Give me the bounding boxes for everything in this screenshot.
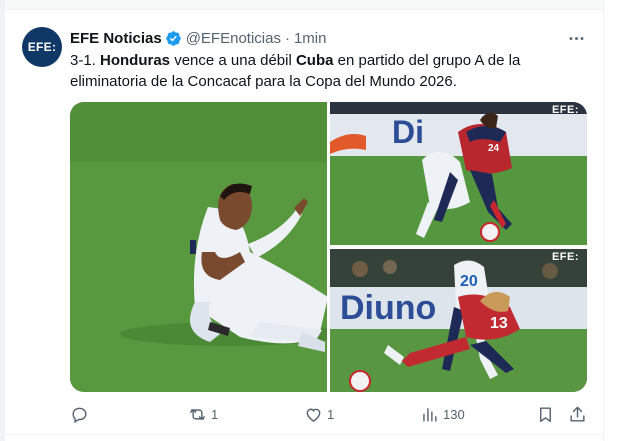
- board-text-1: Di: [392, 114, 424, 150]
- reply-icon: [72, 407, 87, 423]
- text-part: vence a una débil: [170, 52, 296, 69]
- tweet-header: EFE Noticias @EFEnoticias · 1min: [70, 28, 326, 48]
- views-button[interactable]: 130: [420, 402, 465, 426]
- retweet-count: 1: [211, 406, 219, 422]
- separator-dot: ·: [284, 29, 290, 47]
- author-handle[interactable]: @EFEnoticias: [186, 30, 281, 47]
- text-bold-honduras: Honduras: [100, 52, 171, 69]
- board-text-2: Diuno: [340, 289, 437, 327]
- like-button[interactable]: 1: [304, 402, 334, 426]
- retweet-button[interactable]: 1: [188, 402, 218, 426]
- views-chart-icon: [423, 407, 437, 422]
- jersey-number-1: 24: [488, 143, 500, 154]
- photo-match-action-2[interactable]: Diuno 20 13 EFE:: [330, 249, 587, 392]
- jersey-number-2: 20: [460, 273, 478, 290]
- top-bar: [5, 0, 603, 10]
- timestamp[interactable]: 1min: [294, 30, 327, 47]
- avatar[interactable]: EFE:: [22, 27, 62, 67]
- share-icon: [570, 406, 585, 422]
- reply-button[interactable]: [70, 402, 93, 426]
- left-border: [0, 0, 5, 441]
- tweet-text: 3-1. Honduras vence a una débil Cuba en …: [70, 50, 560, 92]
- bookmark-icon: [540, 406, 551, 422]
- bookmark-button[interactable]: [536, 402, 555, 426]
- action-bar: 1 1 130: [70, 402, 590, 426]
- like-count: 1: [327, 406, 335, 422]
- bottom-border: [5, 434, 603, 435]
- views-count: 130: [443, 406, 465, 422]
- watermark-efe: EFE:: [551, 251, 579, 263]
- photo-celebration[interactable]: [70, 102, 327, 392]
- more-options-icon[interactable]: [564, 28, 588, 48]
- verified-badge-icon[interactable]: [165, 30, 182, 47]
- text-part: 3-1.: [70, 52, 101, 69]
- author-name[interactable]: EFE Noticias: [70, 30, 162, 47]
- share-button[interactable]: [568, 402, 587, 426]
- heart-icon: [306, 408, 321, 422]
- media-grid: Di 24 EFE: Diuno 20 13 EFE:: [70, 102, 587, 392]
- text-bold-cuba: Cuba: [295, 52, 334, 69]
- watermark-efe: EFE:: [551, 104, 579, 116]
- jersey-number-3: 13: [490, 315, 508, 332]
- retweet-icon: [190, 408, 205, 420]
- right-border: [603, 0, 604, 441]
- photo-match-action-1[interactable]: Di 24 EFE:: [330, 102, 587, 245]
